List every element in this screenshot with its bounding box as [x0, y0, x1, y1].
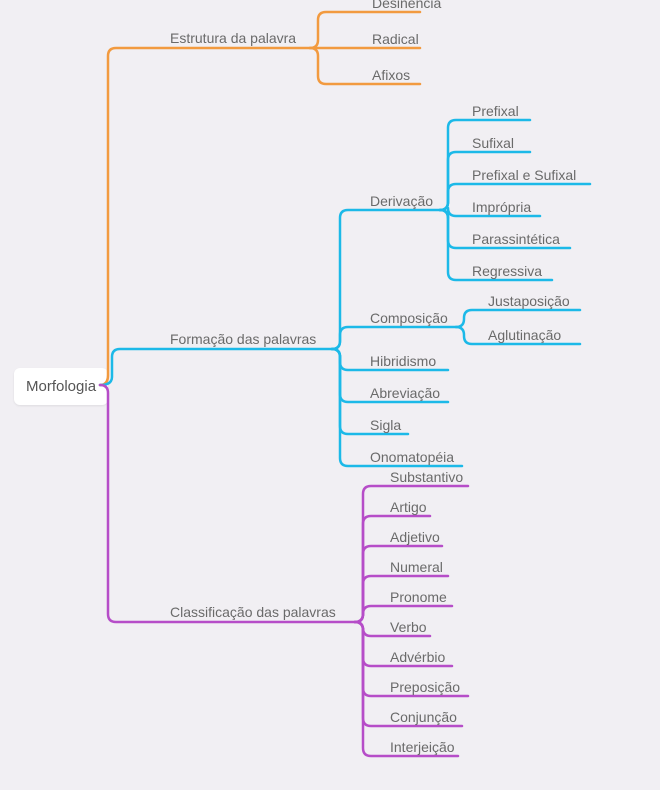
node-conjuncao: Conjunção	[390, 709, 457, 725]
node-onomatopeia: Onomatopéia	[370, 449, 454, 465]
node-verbo: Verbo	[390, 619, 427, 635]
node-derivacao: Derivação	[370, 193, 433, 209]
node-formacao: Formação das palavras	[170, 331, 316, 347]
node-desinencia: Desinência	[372, 0, 441, 11]
node-prefixal-sufixal: Prefixal e Sufixal	[472, 167, 576, 183]
node-sigla: Sigla	[370, 417, 401, 433]
node-radical: Radical	[372, 31, 419, 47]
node-sufixal: Sufixal	[472, 135, 514, 151]
node-adverbio: Advérbio	[390, 649, 445, 665]
node-afixos: Afixos	[372, 67, 410, 83]
node-regressiva: Regressiva	[472, 263, 542, 279]
node-impropria: Imprópria	[472, 199, 531, 215]
node-numeral: Numeral	[390, 559, 443, 575]
node-estrutura: Estrutura da palavra	[170, 30, 296, 46]
node-abreviacao: Abreviação	[370, 385, 440, 401]
node-classificacao: Classificação das palavras	[170, 604, 336, 620]
node-justaposicao: Justaposição	[488, 293, 570, 309]
node-composicao: Composição	[370, 310, 448, 326]
node-artigo: Artigo	[390, 499, 427, 515]
node-substantivo: Substantivo	[390, 469, 463, 485]
node-pronome: Pronome	[390, 589, 447, 605]
node-aglutinacao: Aglutinação	[488, 327, 561, 343]
node-preposicao: Preposição	[390, 679, 460, 695]
node-parassintetica: Parassintética	[472, 231, 560, 247]
node-adjetivo: Adjetivo	[390, 529, 440, 545]
node-prefixal: Prefixal	[472, 103, 519, 119]
node-interjeicao: Interjeição	[390, 739, 455, 755]
node-hibridismo: Hibridismo	[370, 353, 436, 369]
root-node: Morfologia	[14, 368, 108, 405]
